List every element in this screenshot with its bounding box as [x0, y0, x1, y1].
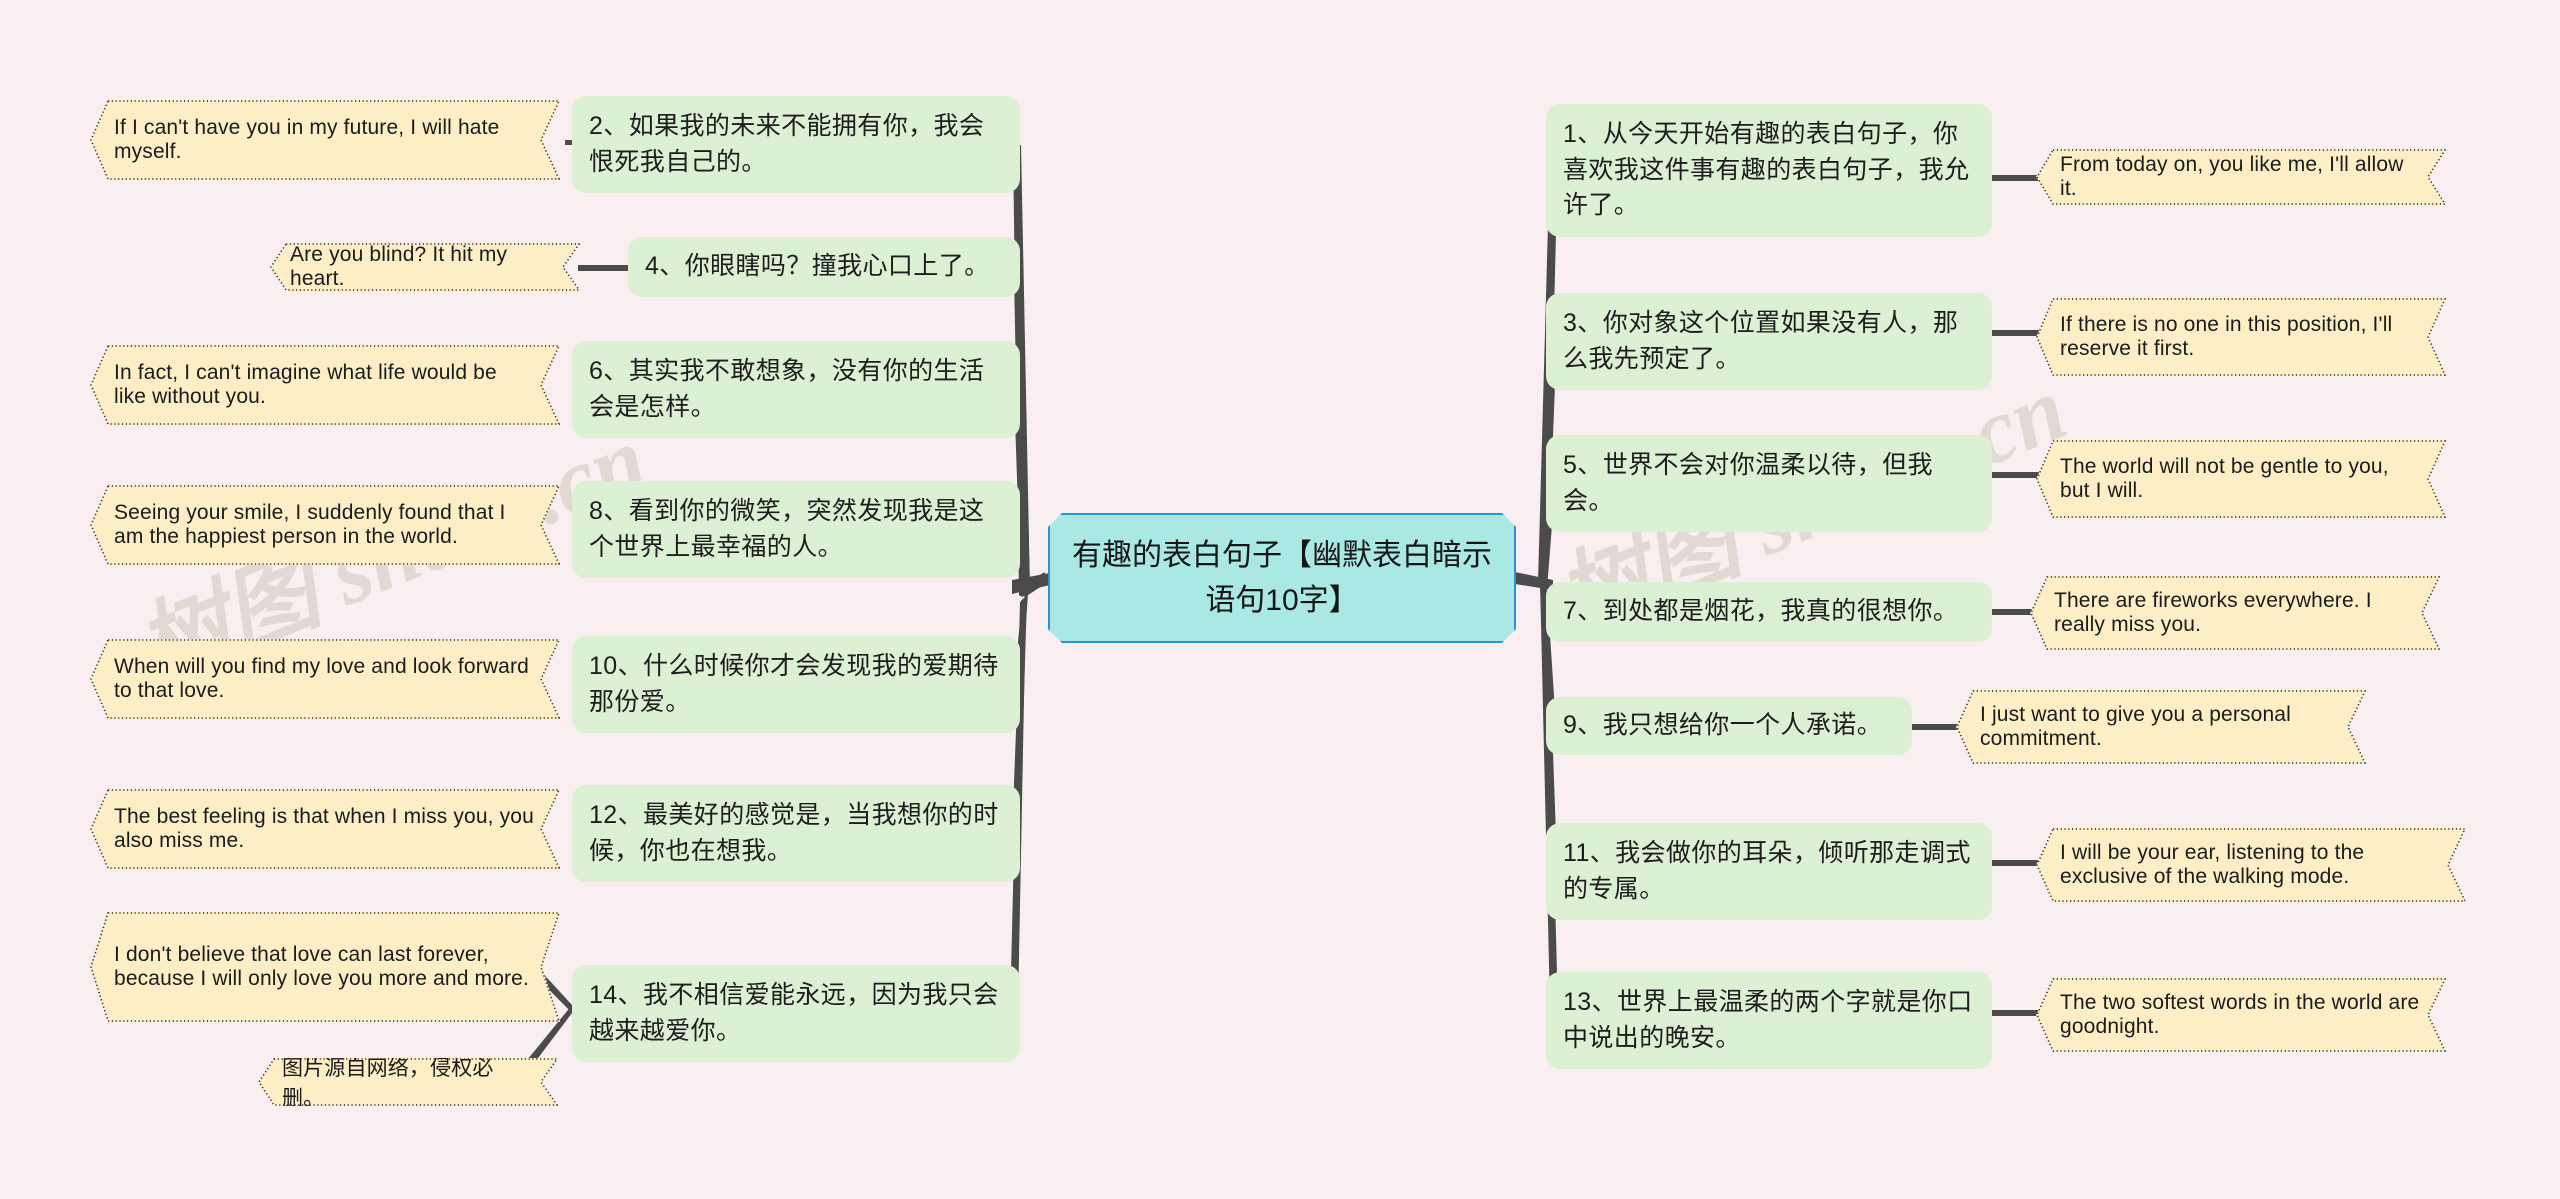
central-topic-label: 有趣的表白句子【幽默表白暗示语句10字】 — [1072, 539, 1492, 617]
left-node-en-text-5: The best feeling is that when I miss you… — [114, 805, 534, 852]
left-node-en-text-0: If I can't have you in my future, I will… — [114, 116, 500, 163]
right-node-en-wrap-3: There are fireworks everywhere. I really… — [2030, 576, 2440, 650]
right-node-en-wrap-6: The two softest words in the world are g… — [2036, 978, 2446, 1052]
left-node-en-0[interactable]: If I can't have you in my future, I will… — [90, 100, 560, 180]
left-node-en-wrap-2: In fact, I can't imagine what life would… — [90, 345, 560, 425]
left-node-cn-text-1: 4、你眼瞎吗？撞我心口上了。 — [645, 252, 990, 281]
left-node-en-6[interactable]: I don't believe that love can last forev… — [90, 912, 560, 1022]
right-node-cn-text-3: 7、到处都是烟花，我真的很想你。 — [1563, 597, 1959, 626]
right-node-cn-0[interactable]: 1、从今天开始有趣的表白句子，你喜欢我这件事有趣的表白句子，我允许了。 — [1546, 104, 1992, 237]
right-node-cn-text-6: 13、世界上最温柔的两个字就是你口中说出的晚安。 — [1563, 988, 1973, 1052]
right-node-cn-5[interactable]: 11、我会做你的耳朵，倾听那走调式的专属。 — [1546, 823, 1992, 920]
left-node-cn-text-2: 6、其实我不敢想象，没有你的生活会是怎样。 — [589, 357, 985, 421]
right-node-cn-text-1: 3、你对象这个位置如果没有人，那么我先预定了。 — [1563, 309, 1959, 373]
right-node-cn-text-0: 1、从今天开始有趣的表白句子，你喜欢我这件事有趣的表白句子，我允许了。 — [1563, 120, 1970, 219]
right-node-en-text-5: I will be your ear, listening to the exc… — [2060, 841, 2365, 888]
right-node-cn-text-2: 5、世界不会对你温柔以待，但我会。 — [1563, 451, 1933, 515]
central-topic[interactable]: 有趣的表白句子【幽默表白暗示语句10字】 — [1048, 513, 1516, 643]
left-node-en-4[interactable]: When will you find my love and look forw… — [90, 639, 560, 719]
right-node-en-4[interactable]: I just want to give you a personal commi… — [1956, 690, 2366, 764]
left-node-cn-3[interactable]: 8、看到你的微笑，突然发现我是这个世界上最幸福的人。 — [572, 481, 1020, 578]
left-node-en-wrap-0: If I can't have you in my future, I will… — [90, 100, 560, 180]
left-node-cn-5[interactable]: 12、最美好的感觉是，当我想你的时候，你也在想我。 — [572, 785, 1020, 882]
left-node-cn-text-4: 10、什么时候你才会发现我的爱期待那份爱。 — [589, 652, 999, 716]
left-node-en-5[interactable]: The best feeling is that when I miss you… — [90, 789, 560, 869]
left-node-cn-0[interactable]: 2、如果我的未来不能拥有你，我会恨死我自己的。 — [572, 96, 1020, 193]
right-node-en-wrap-4: I just want to give you a personal commi… — [1956, 690, 2366, 764]
left-node-en-text-2: In fact, I can't imagine what life would… — [114, 361, 497, 408]
right-node-cn-3[interactable]: 7、到处都是烟花，我真的很想你。 — [1546, 582, 1992, 642]
right-node-en-text-2: The world will not be gentle to you, but… — [2060, 455, 2389, 502]
right-node-en-6[interactable]: The two softest words in the world are g… — [2036, 978, 2446, 1052]
left-node-cn-6[interactable]: 14、我不相信爱能永远，因为我只会越来越爱你。 — [572, 965, 1020, 1062]
right-node-cn-4[interactable]: 9、我只想给你一个人承诺。 — [1546, 697, 1912, 755]
right-node-en-wrap-2: The world will not be gentle to you, but… — [2036, 440, 2446, 518]
right-node-en-5[interactable]: I will be your ear, listening to the exc… — [2036, 828, 2466, 902]
left-node-cn-1[interactable]: 4、你眼瞎吗？撞我心口上了。 — [628, 237, 1020, 297]
left-node-en-wrap-3: Seeing your smile, I suddenly found that… — [90, 485, 560, 565]
left-node-cn-text-6: 14、我不相信爱能永远，因为我只会越来越爱你。 — [589, 981, 999, 1045]
left-node-cn-2[interactable]: 6、其实我不敢想象，没有你的生活会是怎样。 — [572, 341, 1020, 438]
left-node-en-wrap-7: 图片源自网络，侵权必删。 — [258, 1058, 558, 1106]
right-node-en-text-3: There are fireworks everywhere. I really… — [2054, 589, 2372, 636]
left-node-source-note[interactable]: 图片源自网络，侵权必删。 — [258, 1058, 558, 1106]
right-node-en-wrap-5: I will be your ear, listening to the exc… — [2036, 828, 2466, 902]
right-node-cn-text-4: 9、我只想给你一个人承诺。 — [1563, 711, 1883, 740]
right-node-en-2[interactable]: The world will not be gentle to you, but… — [2036, 440, 2446, 518]
left-node-en-wrap-6: I don't believe that love can last forev… — [90, 912, 560, 1022]
right-node-en-wrap-1: If there is no one in this position, I'l… — [2036, 298, 2446, 376]
left-node-en-wrap-5: The best feeling is that when I miss you… — [90, 789, 560, 869]
left-node-en-text-3: Seeing your smile, I suddenly found that… — [114, 501, 506, 548]
left-node-cn-4[interactable]: 10、什么时候你才会发现我的爱期待那份爱。 — [572, 636, 1020, 733]
left-node-en-2[interactable]: In fact, I can't imagine what life would… — [90, 345, 560, 425]
left-node-en-wrap-1: Are you blind? It hit my heart. — [270, 243, 580, 291]
left-node-en-text-6: I don't believe that love can last forev… — [114, 943, 529, 990]
left-node-en-text-1: Are you blind? It hit my heart. — [290, 243, 508, 290]
right-node-en-text-1: If there is no one in this position, I'l… — [2060, 313, 2393, 360]
right-node-en-text-6: The two softest words in the world are g… — [2060, 991, 2420, 1038]
left-node-source-note-text: 图片源自网络，侵权必删。 — [282, 1057, 494, 1110]
right-node-cn-6[interactable]: 13、世界上最温柔的两个字就是你口中说出的晚安。 — [1546, 972, 1992, 1069]
right-node-en-0[interactable]: From today on, you like me, I'll allow i… — [2036, 149, 2446, 205]
left-node-cn-text-5: 12、最美好的感觉是，当我想你的时候，你也在想我。 — [589, 801, 999, 865]
mindmap-canvas: 树图 shutu.cn 树图 shutu.cn 有趣的表白句子【幽默表白暗示语句… — [0, 0, 2560, 1199]
right-node-cn-2[interactable]: 5、世界不会对你温柔以待，但我会。 — [1546, 435, 1992, 532]
right-node-en-wrap-0: From today on, you like me, I'll allow i… — [2036, 149, 2446, 205]
left-node-en-3[interactable]: Seeing your smile, I suddenly found that… — [90, 485, 560, 565]
right-node-cn-text-5: 11、我会做你的耳朵，倾听那走调式的专属。 — [1563, 839, 1971, 903]
left-node-cn-text-3: 8、看到你的微笑，突然发现我是这个世界上最幸福的人。 — [589, 497, 985, 561]
left-node-en-wrap-4: When will you find my love and look forw… — [90, 639, 560, 719]
right-node-en-text-0: From today on, you like me, I'll allow i… — [2060, 153, 2404, 200]
left-node-en-1[interactable]: Are you blind? It hit my heart. — [270, 243, 580, 291]
left-node-en-text-4: When will you find my love and look forw… — [114, 655, 529, 702]
right-node-en-3[interactable]: There are fireworks everywhere. I really… — [2030, 576, 2440, 650]
right-node-en-text-4: I just want to give you a personal commi… — [1980, 703, 2291, 750]
right-node-cn-1[interactable]: 3、你对象这个位置如果没有人，那么我先预定了。 — [1546, 293, 1992, 390]
left-node-cn-text-0: 2、如果我的未来不能拥有你，我会恨死我自己的。 — [589, 112, 985, 176]
right-node-en-1[interactable]: If there is no one in this position, I'l… — [2036, 298, 2446, 376]
